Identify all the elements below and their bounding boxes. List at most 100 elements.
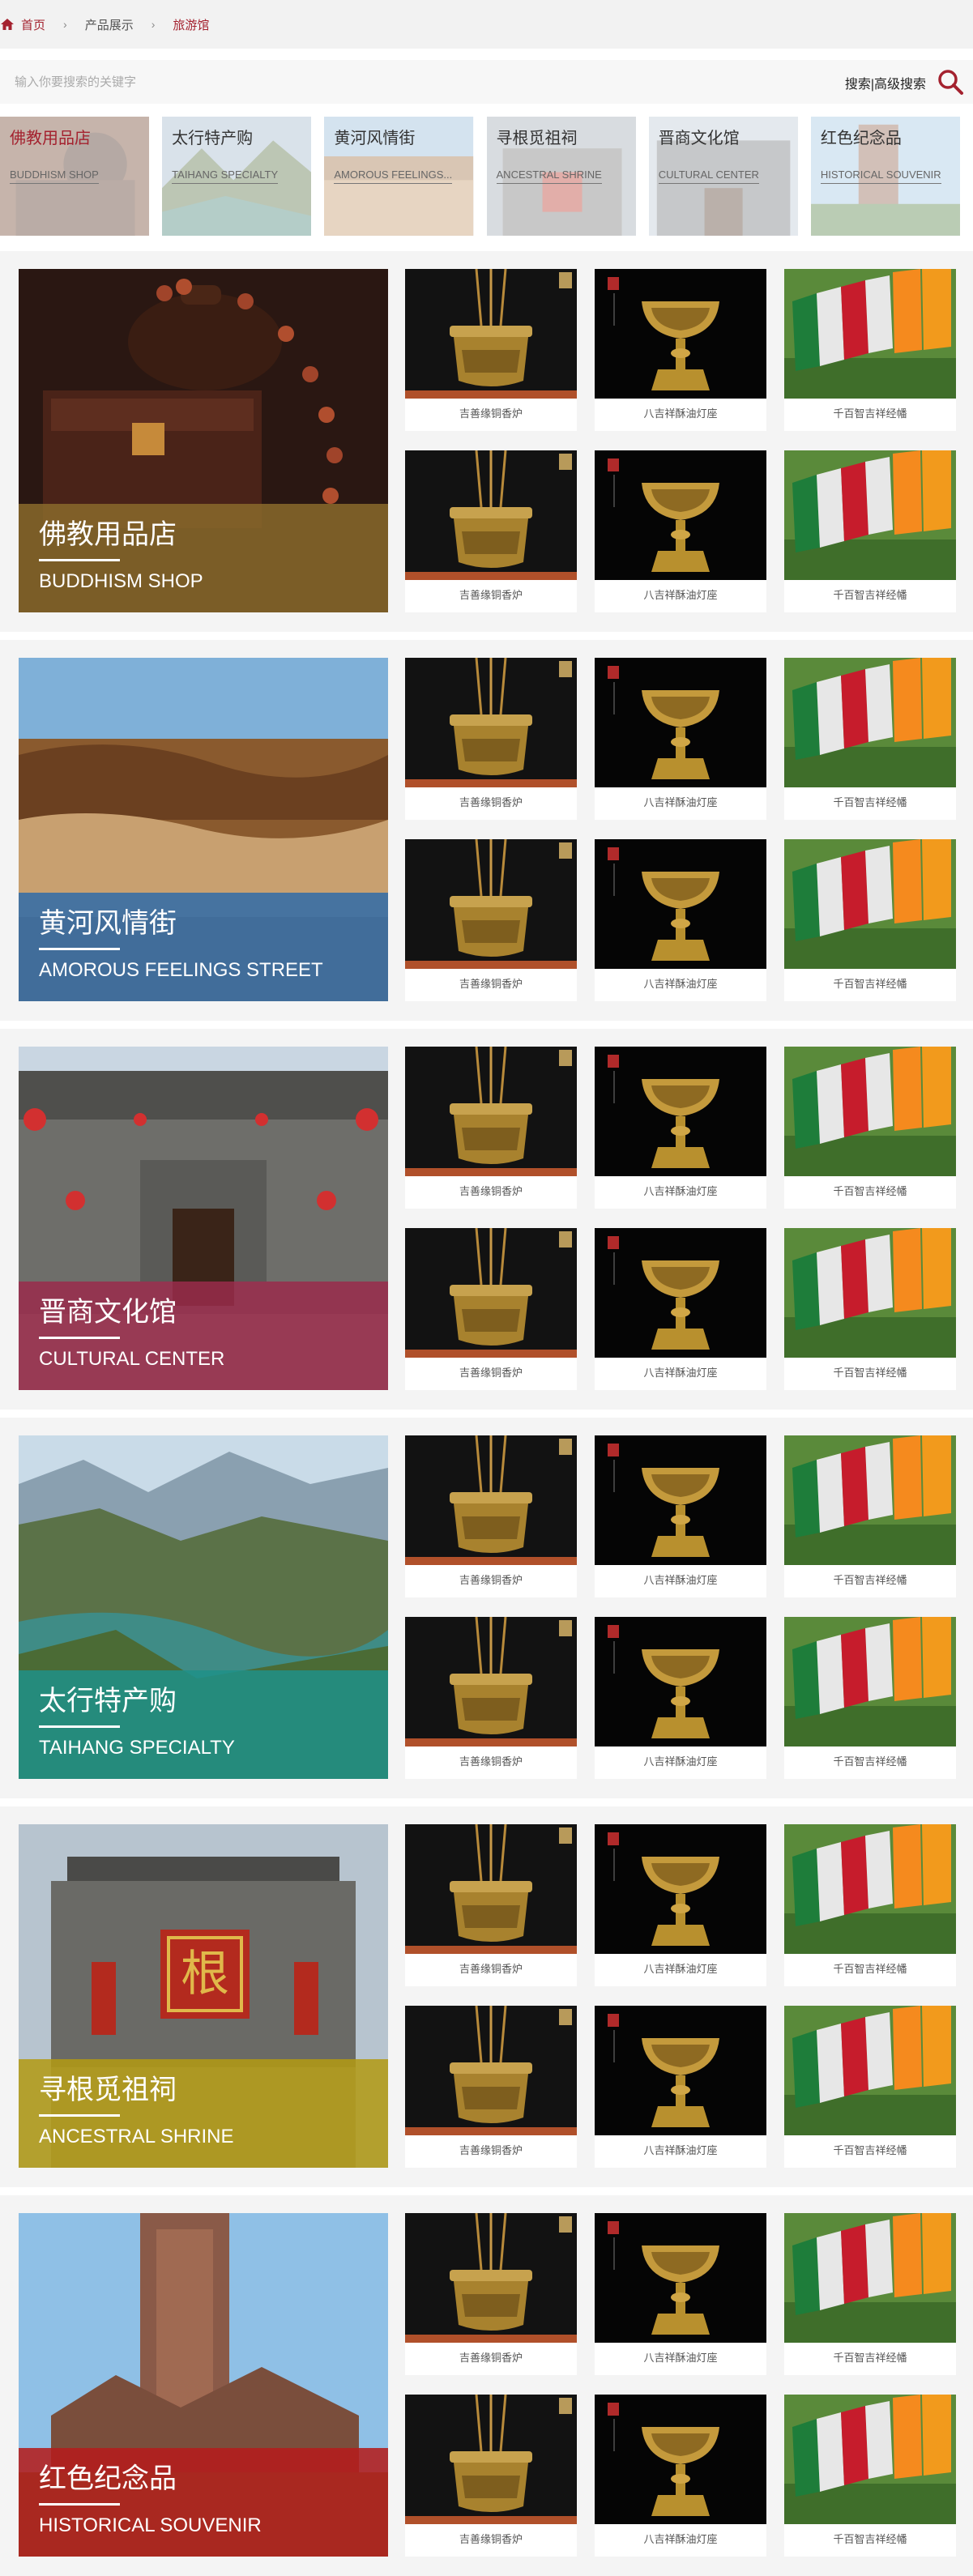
- product-card[interactable]: 八吉祥酥油灯座: [595, 2006, 766, 2168]
- section-banner[interactable]: 晋商文化馆 CULTURAL CENTER: [19, 1047, 388, 1390]
- incense-burner-image: [405, 1617, 577, 1746]
- product-card[interactable]: 八吉祥酥油灯座: [595, 658, 766, 820]
- product-card[interactable]: 吉善缘铜香炉: [405, 1824, 577, 1986]
- prayer-flags-image: [784, 839, 956, 969]
- product-card[interactable]: 吉善缘铜香炉: [405, 839, 577, 1001]
- category-tile-taihang[interactable]: 太行特产购 TAIHANG SPECIALTY: [162, 117, 312, 238]
- product-card[interactable]: 八吉祥酥油灯座: [595, 839, 766, 1001]
- product-name: 八吉祥酥油灯座: [643, 1574, 718, 1586]
- section-banner[interactable]: 根 寻根觅祖祠 ANCESTRAL SHRINE: [19, 1824, 388, 2168]
- product-name: 吉善缘铜香炉: [459, 978, 523, 990]
- product-name: 八吉祥酥油灯座: [643, 796, 718, 808]
- product-name: 吉善缘铜香炉: [459, 1185, 523, 1197]
- product-card[interactable]: 吉善缘铜香炉: [405, 1047, 577, 1209]
- category-cn: 佛教用品店: [10, 130, 91, 147]
- product-name: 八吉祥酥油灯座: [643, 1963, 718, 1975]
- category-cn: 红色纪念品: [820, 130, 902, 147]
- category-en: AMOROUS FEELINGS...: [334, 168, 453, 184]
- product-name: 八吉祥酥油灯座: [643, 2144, 718, 2156]
- category-tile-ancestral[interactable]: 寻根觅祖祠 ANCESTRAL SHRINE: [486, 117, 636, 238]
- butter-lamp-image: [595, 1824, 766, 1954]
- product-card[interactable]: 千百智吉祥经幡: [784, 2213, 956, 2375]
- banner-divider: [39, 948, 120, 950]
- butter-lamp-image: [595, 2006, 766, 2135]
- product-card[interactable]: 八吉祥酥油灯座: [595, 1228, 766, 1390]
- product-name: 吉善缘铜香炉: [459, 1574, 523, 1586]
- search-link[interactable]: 搜索: [845, 78, 871, 92]
- breadcrumb-separator: ›: [63, 18, 67, 31]
- butter-lamp-image: [595, 450, 766, 580]
- category-en: BUDDHISM SHOP: [10, 168, 99, 184]
- section-banner[interactable]: 佛教用品店 BUDDHISM SHOP: [19, 269, 388, 612]
- product-card[interactable]: 八吉祥酥油灯座: [595, 2395, 766, 2557]
- product-name: 八吉祥酥油灯座: [643, 2533, 718, 2545]
- product-card[interactable]: 千百智吉祥经幡: [784, 1824, 956, 1986]
- section-ancestral: 根 寻根觅祖祠 ANCESTRAL SHRINE 吉善缘铜香炉 八吉祥酥油灯座 …: [0, 1806, 973, 2187]
- product-card[interactable]: 吉善缘铜香炉: [405, 1435, 577, 1597]
- product-card[interactable]: 千百智吉祥经幡: [784, 658, 956, 820]
- product-card[interactable]: 千百智吉祥经幡: [784, 1617, 956, 1779]
- product-card[interactable]: 八吉祥酥油灯座: [595, 269, 766, 431]
- banner-title-cn: 红色纪念品: [39, 2463, 177, 2494]
- product-card[interactable]: 千百智吉祥经幡: [784, 2006, 956, 2168]
- product-card[interactable]: 吉善缘铜香炉: [405, 1617, 577, 1779]
- banner-title-en: TAIHANG SPECIALTY: [39, 1737, 235, 1759]
- product-name: 吉善缘铜香炉: [459, 2533, 523, 2545]
- product-name: 吉善缘铜香炉: [459, 796, 523, 808]
- advanced-search-link[interactable]: 高级搜索: [874, 78, 926, 92]
- product-card[interactable]: 八吉祥酥油灯座: [595, 1435, 766, 1597]
- butter-lamp-image: [595, 1617, 766, 1746]
- product-card[interactable]: 八吉祥酥油灯座: [595, 450, 766, 612]
- product-name: 吉善缘铜香炉: [459, 1963, 523, 1975]
- search-links: 搜索|高级搜索: [845, 73, 926, 92]
- prayer-flags-image: [784, 2395, 956, 2524]
- category-en: HISTORICAL SOUVENIR: [820, 168, 941, 184]
- product-name: 千百智吉祥经幡: [833, 1367, 907, 1379]
- incense-burner-image: [405, 2006, 577, 2135]
- product-card[interactable]: 吉善缘铜香炉: [405, 658, 577, 820]
- section-banner[interactable]: 太行特产购 TAIHANG SPECIALTY: [19, 1435, 388, 1779]
- product-name: 千百智吉祥经幡: [833, 1755, 907, 1768]
- product-name: 千百智吉祥经幡: [833, 1574, 907, 1586]
- category-tile-historical[interactable]: 红色纪念品 HISTORICAL SOUVENIR: [810, 117, 961, 238]
- category-tile-cultural[interactable]: 晋商文化馆 CULTURAL CENTER: [648, 117, 798, 238]
- product-name: 八吉祥酥油灯座: [643, 978, 718, 990]
- product-card[interactable]: 千百智吉祥经幡: [784, 1435, 956, 1597]
- product-card[interactable]: 千百智吉祥经幡: [784, 450, 956, 612]
- category-tile-yellow-river[interactable]: 黄河风情街 AMOROUS FEELINGS...: [324, 117, 474, 238]
- breadcrumb-products[interactable]: 产品展示: [85, 16, 134, 33]
- product-card[interactable]: 八吉祥酥油灯座: [595, 1047, 766, 1209]
- product-card[interactable]: 千百智吉祥经幡: [784, 839, 956, 1001]
- product-card[interactable]: 八吉祥酥油灯座: [595, 1824, 766, 1986]
- banner-title-en: CULTURAL CENTER: [39, 1348, 225, 1370]
- product-card[interactable]: 千百智吉祥经幡: [784, 2395, 956, 2557]
- product-card[interactable]: 千百智吉祥经幡: [784, 1047, 956, 1209]
- product-card[interactable]: 八吉祥酥油灯座: [595, 2213, 766, 2375]
- product-name: 吉善缘铜香炉: [459, 1367, 523, 1379]
- category-tile-buddhism[interactable]: 佛教用品店 BUDDHISM SHOP: [0, 117, 150, 238]
- breadcrumb-home[interactable]: 首页: [0, 16, 45, 33]
- product-card[interactable]: 吉善缘铜香炉: [405, 2395, 577, 2557]
- banner-title-cn: 佛教用品店: [39, 519, 177, 550]
- prayer-flags-image: [784, 1824, 956, 1954]
- product-name: 吉善缘铜香炉: [459, 1755, 523, 1768]
- product-name: 千百智吉祥经幡: [833, 2533, 907, 2545]
- section-cultural: 晋商文化馆 CULTURAL CENTER 吉善缘铜香炉 八吉祥酥油灯座 千百智…: [0, 1029, 973, 1410]
- category-nav: 佛教用品店 BUDDHISM SHOP 太行特产购 TAIHANG SPECIA…: [0, 117, 973, 238]
- product-card[interactable]: 吉善缘铜香炉: [405, 1228, 577, 1390]
- product-card[interactable]: 吉善缘铜香炉: [405, 269, 577, 431]
- product-card[interactable]: 八吉祥酥油灯座: [595, 1617, 766, 1779]
- product-card[interactable]: 千百智吉祥经幡: [784, 1228, 956, 1390]
- product-card[interactable]: 吉善缘铜香炉: [405, 2213, 577, 2375]
- product-card[interactable]: 千百智吉祥经幡: [784, 269, 956, 431]
- section-banner[interactable]: 黄河风情街 AMOROUS FEELINGS STREET: [19, 658, 388, 1001]
- product-card[interactable]: 吉善缘铜香炉: [405, 450, 577, 612]
- prayer-flags-image: [784, 658, 956, 787]
- svg-text:根: 根: [181, 1946, 229, 2002]
- search-icon[interactable]: [934, 66, 967, 99]
- search-input[interactable]: [0, 60, 973, 104]
- product-card[interactable]: 吉善缘铜香炉: [405, 2006, 577, 2168]
- product-name: 千百智吉祥经幡: [833, 407, 907, 420]
- banner-divider: [39, 2114, 120, 2117]
- section-banner[interactable]: 红色纪念品 HISTORICAL SOUVENIR: [19, 2213, 388, 2557]
